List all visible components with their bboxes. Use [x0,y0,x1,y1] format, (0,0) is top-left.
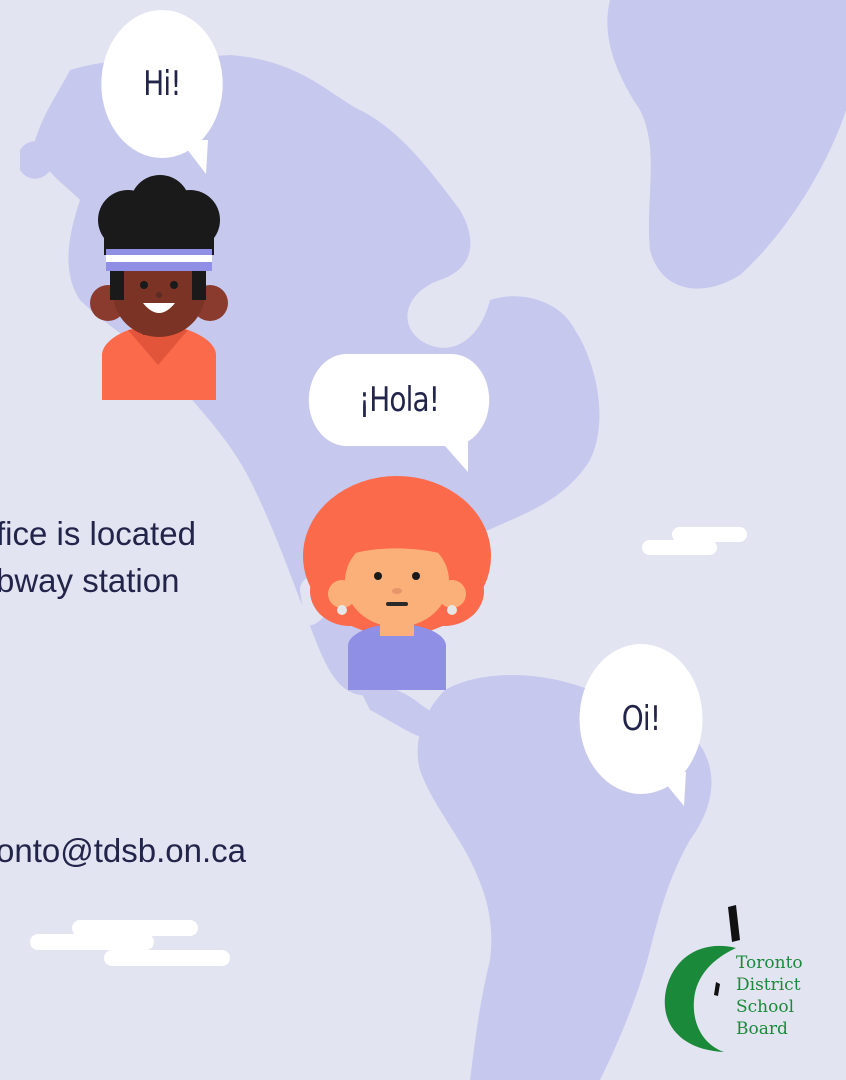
logo-text-line4: Board [736,1019,788,1039]
office-location-text: fice is located [0,515,196,552]
cloud-dash [104,950,230,966]
greenland-shape [607,0,846,289]
logo-text-line2: District [736,975,801,995]
logo-text-line3: School [736,997,795,1017]
cloud-dash [30,934,154,950]
speech-bubble-tail-icon [180,140,208,174]
speech-bubble-hi: Hi! [101,10,223,158]
cloud-dash [672,527,747,542]
speech-bubble-tail-icon [656,772,686,806]
person-headband-avatar-icon [90,175,228,400]
speech-bubble-hola: ¡Hola! [308,354,490,446]
greeting-hola-text: ¡Hola! [358,380,440,420]
email-link[interactable]: onto@tdsb.on.ca [0,832,246,870]
greeting-oi-text: Oi! [621,699,661,739]
subway-station-text: bway station [0,562,180,599]
logo-text-line1: Toronto [736,953,803,973]
cloud-dash [642,540,717,555]
speech-bubble-tail-icon [438,438,468,472]
person-red-hair-avatar-icon [303,476,491,690]
greeting-hi-text: Hi! [143,64,181,104]
